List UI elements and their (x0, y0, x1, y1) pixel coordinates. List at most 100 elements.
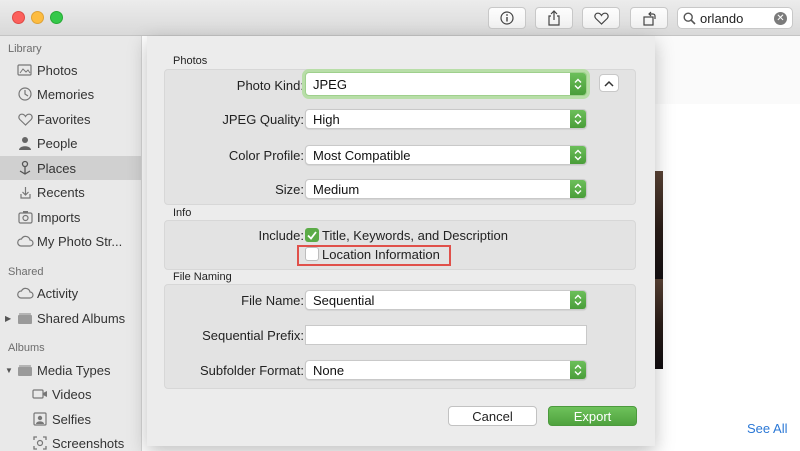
sidebar-item-label: Media Types (37, 362, 111, 378)
sidebar-item-media-types[interactable]: ▼ Media Types (0, 358, 141, 382)
photo-kind-value: JPEG (313, 77, 347, 92)
selfie-icon (31, 411, 49, 427)
search-input[interactable]: orlando (700, 11, 743, 26)
sidebar-item-label: Favorites (37, 111, 91, 127)
sidebar-item-label: Screenshots (52, 435, 125, 451)
size-label: Size: (275, 182, 304, 197)
popup-arrows-icon (570, 361, 586, 379)
jpeg-quality-select[interactable]: High (305, 109, 587, 129)
sidebar-item-label: Activity (37, 285, 79, 301)
share-button[interactable] (535, 7, 573, 29)
info-button[interactable] (488, 7, 526, 29)
memories-icon (16, 86, 34, 102)
photo-thumbnail[interactable] (655, 171, 663, 289)
collapse-options-button[interactable] (599, 74, 619, 92)
sidebar-item-memories[interactable]: Memories (0, 82, 141, 106)
subfolder-format-select[interactable]: None (305, 360, 587, 380)
clear-search-icon[interactable]: ✕ (774, 12, 787, 25)
sidebar-item-label: My Photo Str... (37, 233, 123, 249)
sidebar-section-shared: Shared (8, 266, 44, 278)
sidebar-item-label: Memories (37, 86, 95, 102)
size-select[interactable]: Medium (305, 179, 587, 199)
popup-arrows-icon (570, 146, 586, 164)
search-icon (683, 12, 696, 25)
popup-arrows-icon (570, 180, 586, 198)
cloud-icon (16, 285, 34, 301)
sidebar-item-videos[interactable]: Videos (0, 382, 141, 406)
photo-kind-select[interactable]: JPEG (305, 72, 587, 96)
sidebar-section-albums: Albums (8, 342, 45, 354)
include-title-checkbox[interactable] (305, 228, 319, 242)
photo-kind-label: Photo Kind: (236, 78, 304, 93)
person-icon (16, 135, 34, 151)
file-name-select[interactable]: Sequential (305, 290, 587, 310)
sidebar-item-photos[interactable]: Photos (0, 58, 141, 82)
sidebar: Library Photos Memories Favorites People… (0, 36, 142, 451)
photos-icon (16, 62, 34, 78)
include-label: Include: (258, 228, 304, 243)
popup-arrows-icon (570, 110, 586, 128)
see-all-link[interactable]: See All (747, 421, 787, 436)
sidebar-item-recents[interactable]: Recents (0, 180, 141, 204)
sidebar-item-label: Recents (37, 184, 85, 200)
checkmark-icon (307, 230, 317, 240)
color-profile-select[interactable]: Most Compatible (305, 145, 587, 165)
popup-arrows-icon (570, 73, 586, 95)
export-dialog: Photos Photo Kind: JPEG JPEG Quality: Hi… (147, 36, 655, 446)
sidebar-item-label: Photos (37, 62, 78, 78)
rotate-icon (642, 11, 656, 26)
sidebar-item-label: Shared Albums (37, 310, 126, 326)
sidebar-item-shared-albums[interactable]: ▶ Shared Albums (0, 306, 141, 330)
search-field[interactable]: orlando ✕ (677, 7, 793, 29)
zoom-window-button[interactable] (50, 11, 63, 24)
subfolder-format-label: Subfolder Format: (199, 363, 304, 378)
popup-arrows-icon (570, 291, 586, 309)
sidebar-item-favorites[interactable]: Favorites (0, 107, 141, 131)
info-icon (500, 11, 514, 25)
share-icon (548, 10, 560, 26)
sidebar-section-library: Library (8, 43, 42, 55)
sidebar-item-label: Places (37, 160, 77, 176)
color-profile-value: Most Compatible (313, 148, 411, 163)
sidebar-item-selfies[interactable]: Selfies (0, 407, 141, 431)
highlight-annotation-box (297, 245, 451, 266)
sidebar-item-activity[interactable]: Activity (0, 281, 141, 305)
include-title-label: Title, Keywords, and Description (322, 228, 508, 243)
export-button[interactable]: Export (548, 406, 637, 426)
subfolder-format-value: None (313, 363, 345, 378)
photo-thumbnail[interactable] (655, 279, 663, 369)
imports-icon (16, 209, 34, 225)
sequential-prefix-input[interactable] (305, 325, 587, 345)
section-title-photos: Photos (173, 55, 208, 67)
heart-icon (16, 111, 34, 127)
close-window-button[interactable] (12, 11, 25, 24)
rotate-button[interactable] (630, 7, 668, 29)
content-header-area (655, 36, 800, 104)
sidebar-item-my-photo-stream[interactable]: My Photo Str... (0, 229, 141, 253)
file-name-value: Sequential (313, 293, 375, 308)
cancel-button[interactable]: Cancel (448, 406, 537, 426)
sidebar-item-label: Videos (52, 386, 92, 402)
jpeg-quality-label: JPEG Quality: (222, 112, 304, 127)
sequential-prefix-label: Sequential Prefix: (202, 328, 304, 343)
screenshot-icon (31, 435, 49, 451)
sidebar-item-screenshots[interactable]: Screenshots (0, 431, 141, 451)
folder-icon (16, 310, 34, 326)
sidebar-item-imports[interactable]: Imports (0, 205, 141, 229)
folder-icon (16, 362, 34, 378)
disclosure-triangle-expanded-icon[interactable]: ▼ (5, 366, 15, 375)
favorite-button[interactable] (582, 7, 620, 29)
pin-icon (16, 160, 34, 176)
section-title-file-naming: File Naming (173, 271, 232, 283)
sidebar-item-label: Imports (37, 209, 81, 225)
minimize-window-button[interactable] (31, 11, 44, 24)
title-bar: orlando ✕ (0, 0, 800, 36)
sidebar-item-label: Selfies (52, 411, 92, 427)
disclosure-triangle-icon[interactable]: ▶ (5, 314, 15, 323)
chevron-up-icon (604, 80, 614, 87)
sidebar-item-people[interactable]: People (0, 131, 141, 155)
section-title-info: Info (173, 207, 192, 219)
sidebar-item-places[interactable]: Places (0, 156, 141, 180)
file-name-label: File Name: (241, 293, 304, 308)
jpeg-quality-value: High (313, 112, 340, 127)
